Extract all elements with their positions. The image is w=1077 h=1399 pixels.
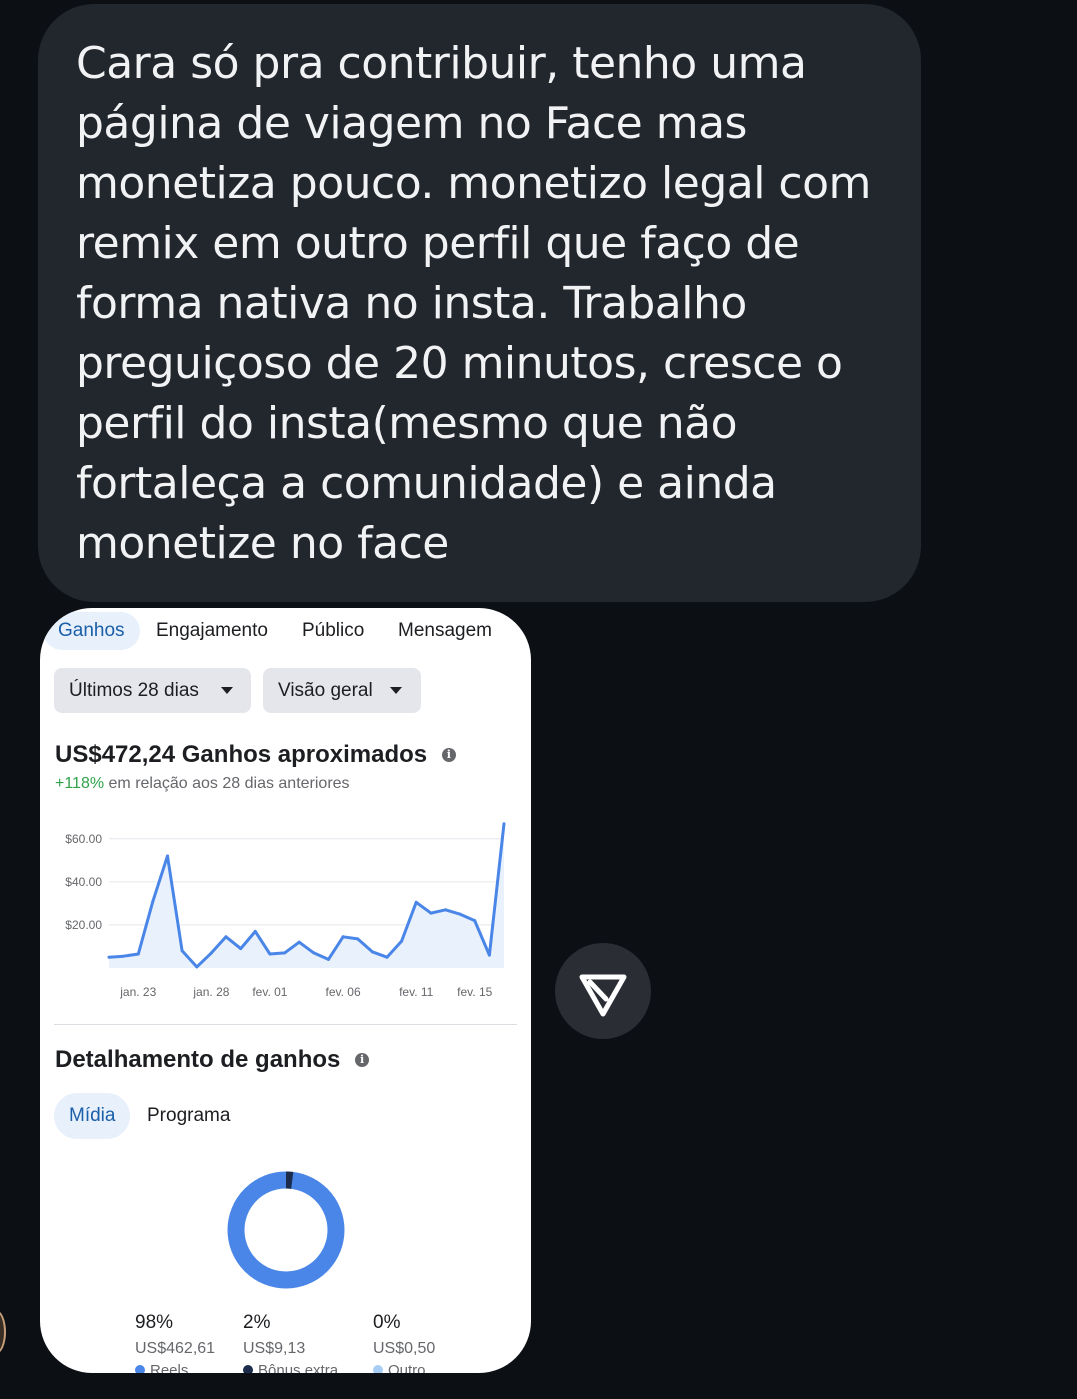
legend-amount: US$0,50 [373, 1340, 436, 1357]
y-tick-label: $20.00 [65, 918, 102, 932]
legend-dot [243, 1365, 253, 1373]
y-tick-label: $60.00 [65, 832, 102, 846]
y-tick-label: $40.00 [65, 875, 102, 889]
chart-point [443, 908, 447, 912]
tab-engajamento[interactable]: Engajamento [156, 612, 268, 650]
legend-label: Outro [388, 1362, 426, 1373]
chart-point [283, 951, 287, 955]
insights-tabs: Ganhos Engajamento Público Mensagem [40, 608, 531, 654]
earnings-amount: US$472,24 [55, 741, 176, 768]
tab-programa[interactable]: Programa [147, 1093, 230, 1139]
earnings-label: Ganhos aproximados [181, 741, 428, 768]
divider [54, 1024, 517, 1025]
legend-item-outro: 0% US$0,50 Outro [373, 1312, 435, 1373]
message-bubble[interactable]: Cara só pra contribuir, tenho uma página… [38, 4, 921, 602]
chart-point [107, 955, 111, 959]
chart-point [400, 939, 404, 943]
chart-point [473, 919, 477, 923]
chart-point [326, 957, 330, 961]
info-icon[interactable]: i [441, 748, 456, 762]
chart-point [166, 854, 170, 858]
tab-mensagem[interactable]: Mensagem [398, 612, 492, 650]
chart-point [209, 951, 213, 955]
chart-point [356, 937, 360, 941]
chart-point [487, 953, 491, 957]
legend-dot [135, 1365, 145, 1373]
chart-point [253, 929, 257, 933]
chart-point [136, 952, 140, 956]
send-icon [579, 974, 627, 1017]
chart-point [122, 954, 126, 958]
chart-point [502, 822, 506, 826]
period-dropdown[interactable]: Últimos 28 dias [54, 668, 251, 713]
chart-point [385, 955, 389, 959]
x-tick-label: fev. 01 [252, 985, 287, 999]
legend-label: Bônus extra [258, 1362, 339, 1373]
breakdown-title: Detalhamento de ganhos i [55, 1046, 370, 1074]
x-tick-label: fev. 15 [457, 985, 492, 999]
chart-point [429, 911, 433, 915]
chevron-down-icon [221, 687, 233, 694]
x-tick-label: jan. 23 [119, 985, 156, 999]
period-dropdown-label: Últimos 28 dias [69, 680, 199, 701]
earnings-change-text: em relação aos 28 dias anteriores [108, 775, 350, 792]
legend-item-bonus: 2% US$9,13 Bônus extra [243, 1312, 338, 1373]
chart-point [224, 935, 228, 939]
send-button[interactable] [555, 943, 651, 1039]
chart-point [268, 952, 272, 956]
chart-point [414, 900, 418, 904]
tab-midia[interactable]: Mídia [54, 1093, 131, 1139]
earnings-change: +118% em relação aos 28 dias anteriores [55, 775, 350, 793]
legend-item-reels: 98% US$462,61 Reels [135, 1312, 215, 1373]
tab-publico[interactable]: Público [302, 612, 364, 650]
earnings-headline: US$472,24 Ganhos aproximados i [55, 741, 456, 769]
legend-percent: 0% [373, 1312, 401, 1333]
chart-point [297, 940, 301, 944]
chart-point [195, 965, 199, 969]
x-tick-label: jan. 28 [192, 985, 229, 999]
chart-point [341, 935, 345, 939]
avatar[interactable] [0, 1310, 6, 1354]
x-tick-label: fev. 11 [399, 985, 434, 999]
chevron-down-icon [390, 687, 402, 694]
legend-percent: 2% [243, 1312, 271, 1333]
info-icon[interactable]: i [355, 1053, 370, 1067]
view-dropdown-label: Visão geral [278, 680, 373, 701]
x-tick-label: fev. 06 [326, 985, 361, 999]
legend-amount: US$462,61 [135, 1340, 216, 1357]
breakdown-donut-chart [227, 1171, 345, 1289]
chart-point [458, 912, 462, 916]
earnings-line-chart: $60.00 $40.00 $20.00 jan. 23 jan. 28 fev. 01 f… [65, 822, 506, 999]
chart-point [180, 949, 184, 953]
chart-point [239, 947, 243, 951]
legend-dot [373, 1365, 383, 1373]
legend-label: Reels [150, 1362, 189, 1373]
insights-screenshot-card[interactable]: Ganhos Engajamento Público Mensagem Últi… [40, 608, 531, 1373]
chart-point [312, 951, 316, 955]
message-text: Cara só pra contribuir, tenho uma página… [76, 38, 871, 569]
view-dropdown[interactable]: Visão geral [263, 668, 421, 713]
chart-point [151, 899, 155, 903]
chart-point [370, 950, 374, 954]
breakdown-title-text: Detalhamento de ganhos [55, 1046, 341, 1073]
donut-segment-reels [227, 1171, 345, 1289]
tab-ganhos[interactable]: Ganhos [43, 612, 140, 650]
legend-percent: 98% [135, 1312, 174, 1333]
earnings-change-percent: +118% [55, 775, 105, 792]
legend-amount: US$9,13 [243, 1340, 306, 1357]
